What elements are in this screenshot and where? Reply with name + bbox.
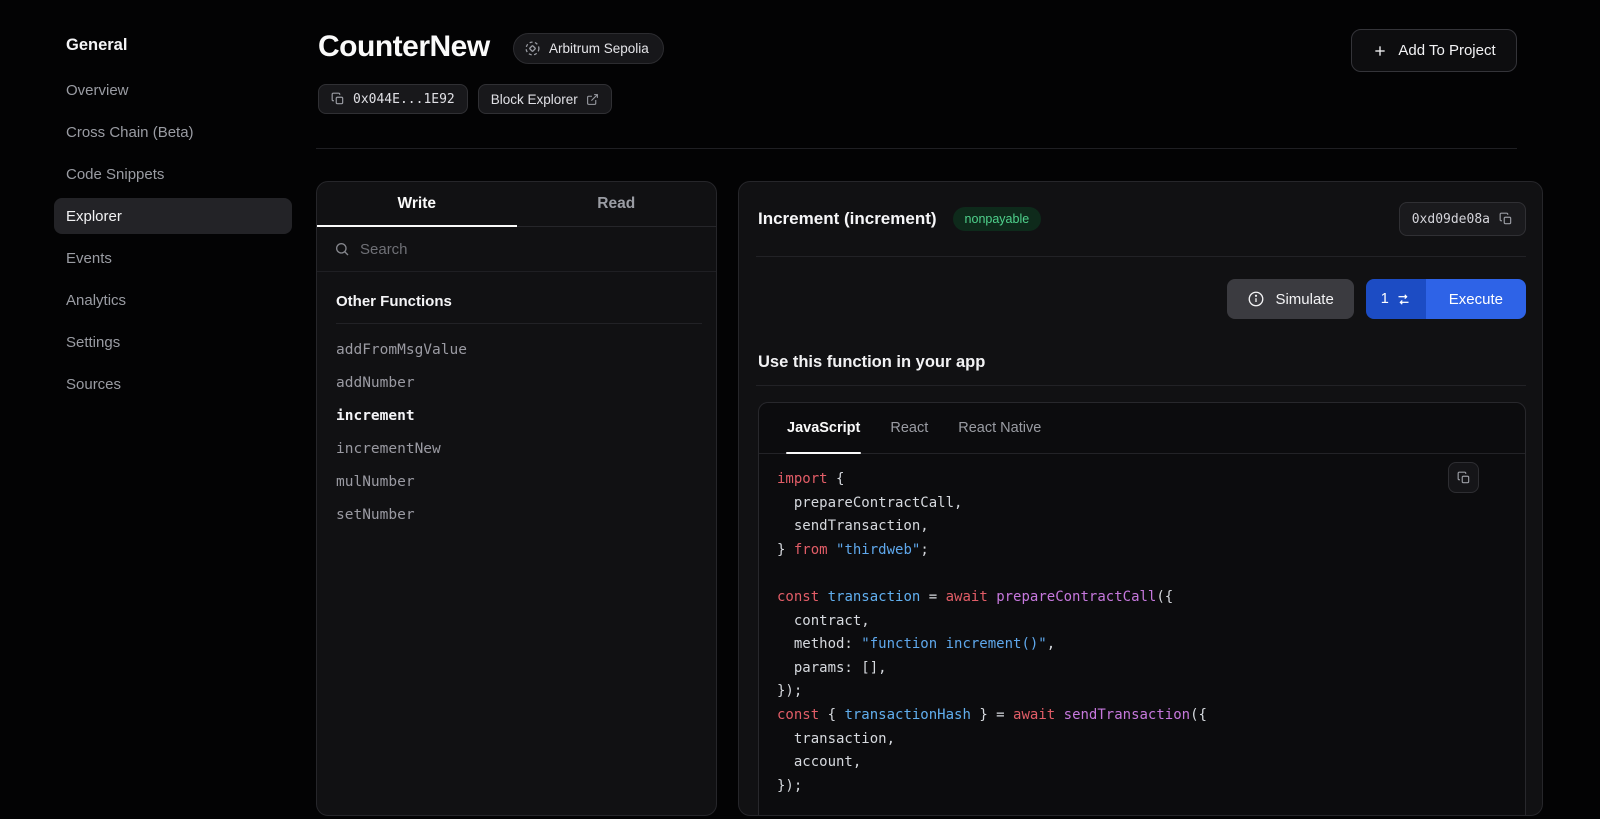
function-item-setnumber[interactable]: setNumber	[336, 499, 702, 532]
plus-icon	[1372, 43, 1388, 59]
functions-section-title: Other Functions	[336, 293, 702, 310]
execute-label: Execute	[1449, 291, 1503, 308]
function-item-addfrommsgvalue[interactable]: addFromMsgValue	[336, 334, 702, 367]
write-read-tabs: WriteRead	[317, 182, 716, 227]
search-row	[317, 227, 716, 272]
sidebar-item-cross-chain-beta[interactable]: Cross Chain (Beta)	[54, 114, 292, 150]
usage-heading: Use this function in your app	[758, 353, 1542, 372]
code-line: sendTransaction,	[777, 515, 1507, 539]
contract-address-label: 0x044E...1E92	[353, 92, 455, 107]
code-box: JavaScriptReactReact Native import { pre…	[758, 402, 1526, 816]
code-line: import {	[777, 468, 1507, 492]
function-item-incrementnew[interactable]: incrementNew	[336, 433, 702, 466]
function-title: Increment (increment)	[758, 209, 937, 229]
add-to-project-button[interactable]: Add To Project	[1351, 29, 1517, 72]
simulate-label: Simulate	[1275, 291, 1333, 308]
execute-button[interactable]: Execute	[1426, 279, 1526, 319]
external-link-icon	[586, 93, 599, 106]
function-selector-label: 0xd09de08a	[1412, 212, 1490, 227]
code-line: account,	[777, 751, 1507, 775]
function-item-addnumber[interactable]: addNumber	[336, 367, 702, 400]
swap-arrows-icon	[1396, 292, 1411, 307]
function-detail-panel: Increment (increment) nonpayable 0xd09de…	[738, 181, 1543, 816]
code-line: prepareContractCall,	[777, 492, 1507, 516]
block-explorer-button[interactable]: Block Explorer	[478, 84, 612, 114]
code-line: });	[777, 680, 1507, 704]
copy-code-button[interactable]	[1448, 462, 1479, 493]
detail-divider	[756, 256, 1526, 257]
sidebar-item-sources[interactable]: Sources	[54, 366, 292, 402]
code-line: } from "thirdweb";	[777, 539, 1507, 563]
network-badge-label: Arbitrum Sepolia	[549, 41, 649, 56]
sidebar-item-settings[interactable]: Settings	[54, 324, 292, 360]
code-tab-javascript[interactable]: JavaScript	[772, 403, 875, 453]
copy-icon	[331, 92, 345, 106]
info-icon	[1247, 290, 1265, 308]
functions-section-divider	[336, 323, 702, 324]
sidebar-item-code-snippets[interactable]: Code Snippets	[54, 156, 292, 192]
code-line: contract,	[777, 610, 1507, 634]
code-tab-react-native[interactable]: React Native	[943, 403, 1056, 453]
functions-section: Other Functions addFromMsgValueaddNumber…	[317, 272, 716, 532]
code-line: params: [],	[777, 657, 1507, 681]
function-item-increment[interactable]: increment	[336, 400, 702, 433]
function-item-mulnumber[interactable]: mulNumber	[336, 466, 702, 499]
code-snippet: import { prepareContractCall, sendTransa…	[759, 454, 1525, 812]
search-input[interactable]	[360, 241, 699, 258]
code-line: const { transactionHash } = await sendTr…	[777, 704, 1507, 728]
tab-write[interactable]: Write	[317, 182, 517, 226]
code-tabs: JavaScriptReactReact Native	[759, 403, 1525, 454]
function-detail-header: Increment (increment) nonpayable 0xd09de…	[739, 182, 1542, 256]
function-selector-button[interactable]: 0xd09de08a	[1399, 202, 1526, 236]
add-to-project-label: Add To Project	[1398, 42, 1495, 59]
network-badge[interactable]: Arbitrum Sepolia	[513, 33, 664, 64]
sidebar-item-overview[interactable]: Overview	[54, 72, 292, 108]
block-explorer-label: Block Explorer	[491, 92, 578, 107]
sidebar-item-explorer[interactable]: Explorer	[54, 198, 292, 234]
action-row: Simulate 1 Execute	[739, 279, 1542, 319]
code-line	[777, 562, 1507, 586]
execute-split-button: 1 Execute	[1366, 279, 1526, 319]
usage-divider	[756, 385, 1526, 386]
mutability-badge: nonpayable	[953, 207, 1042, 231]
code-tab-react[interactable]: React	[875, 403, 943, 453]
search-icon	[334, 241, 350, 257]
functions-panel: WriteRead Other Functions addFromMsgValu…	[316, 181, 717, 816]
header-divider	[316, 148, 1517, 149]
code-line: method: "function increment()",	[777, 633, 1507, 657]
copy-icon	[1499, 212, 1513, 226]
tab-read[interactable]: Read	[517, 182, 717, 226]
function-list: addFromMsgValueaddNumberincrementincreme…	[336, 334, 702, 532]
simulate-button[interactable]: Simulate	[1227, 279, 1353, 319]
network-icon	[524, 40, 541, 57]
transaction-queue-button[interactable]: 1	[1366, 279, 1426, 319]
sidebar-section-title: General	[66, 36, 127, 55]
queue-count: 1	[1381, 291, 1389, 307]
sidebar-item-analytics[interactable]: Analytics	[54, 282, 292, 318]
contract-address-button[interactable]: 0x044E...1E92	[318, 84, 468, 114]
sidebar-nav: Overview Cross Chain (Beta) Code Snippets E…	[54, 72, 292, 402]
address-row: 0x044E...1E92 Block Explorer	[318, 84, 612, 114]
code-line: });	[777, 775, 1507, 799]
code-line: const transaction = await prepareContrac…	[777, 586, 1507, 610]
page-title: CounterNew	[318, 30, 490, 64]
sidebar-item-events[interactable]: Events	[54, 240, 292, 276]
code-line: transaction,	[777, 728, 1507, 752]
